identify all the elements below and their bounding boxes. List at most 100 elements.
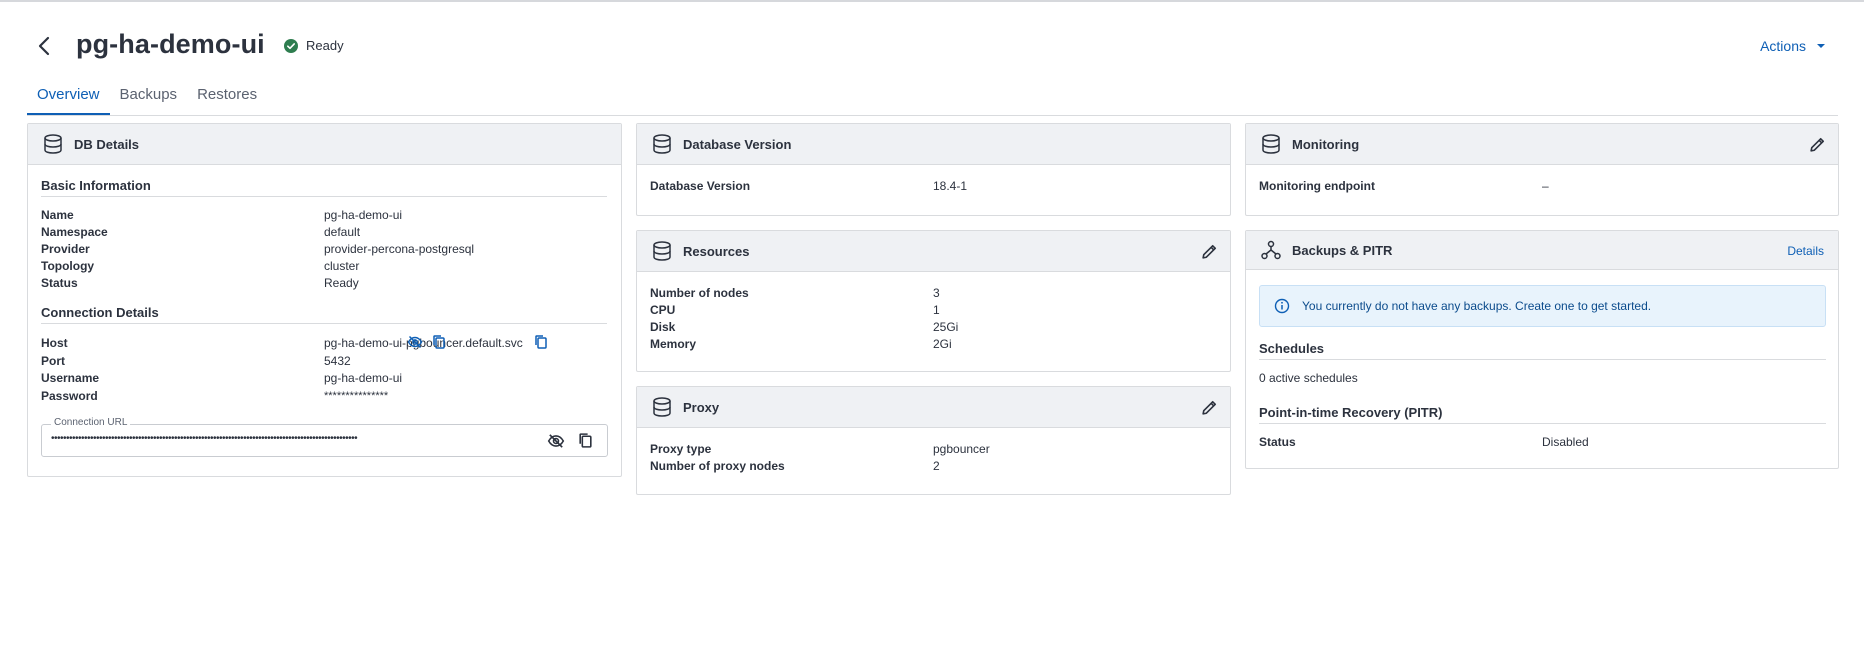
back-arrow-icon[interactable] [34, 35, 56, 57]
row-label: Memory [650, 336, 697, 351]
monitoring-card: Monitoring Monitoring endpoint – [1245, 123, 1839, 216]
resource-row-cpu: CPU 1 [650, 301, 1216, 318]
database-icon [1262, 134, 1280, 154]
database-icon [653, 397, 671, 417]
backups-pitr-card: Backups & PITR Details You currently do … [1245, 230, 1839, 469]
connection-details-title: Connection Details [41, 305, 607, 324]
row-label: Database Version [650, 178, 751, 193]
card-header: Backups & PITR Details [1246, 231, 1838, 270]
copy-icon[interactable] [577, 432, 594, 449]
connection-url-value: ••••••••••••••••••••••••••••••••••••••••… [51, 433, 358, 444]
row-value: – [1542, 178, 1549, 193]
pitr-status-row: Status Disabled [1259, 433, 1826, 450]
row-value: provider-percona-postgresql [324, 241, 475, 256]
row-value: 2 [933, 458, 940, 473]
top-divider [0, 0, 1864, 2]
row-value: Ready [324, 275, 359, 290]
monitoring-row: Monitoring endpoint – [1259, 177, 1825, 194]
edit-pencil-icon[interactable] [1809, 136, 1826, 153]
row-value: pgbouncer [933, 441, 990, 456]
password-masked: *************** [324, 389, 389, 402]
database-icon [653, 241, 671, 261]
info-icon [1274, 298, 1290, 314]
row-value: pg-ha-demo-ui [324, 370, 403, 385]
ready-check-icon [284, 38, 298, 53]
status-text: Ready [306, 38, 344, 53]
row-label: Namespace [41, 224, 108, 239]
tab-overview[interactable]: Overview [27, 82, 110, 115]
connection-url-label: Connection URL [51, 417, 131, 428]
card-title: Backups & PITR [1292, 242, 1393, 258]
copy-icon[interactable] [533, 334, 549, 350]
copy-icon[interactable] [431, 334, 447, 350]
card-header: Resources [637, 231, 1230, 272]
info-row-namespace: Namespace default [41, 223, 607, 240]
conn-row-port: Port 5432 [41, 352, 607, 369]
row-label: Status [41, 275, 78, 290]
info-row-name: Name pg-ha-demo-ui [41, 206, 607, 223]
card-header: Proxy [637, 387, 1230, 428]
database-version-card: Database Version Database Version 18.4-1 [636, 123, 1231, 216]
card-title: Database Version [683, 136, 792, 152]
row-label: Status [1259, 434, 1296, 449]
edit-pencil-icon[interactable] [1201, 399, 1218, 416]
card-header: Monitoring [1246, 124, 1838, 165]
schedules-count: 0 active schedules [1259, 370, 1358, 385]
row-value: 5432 [324, 353, 351, 368]
row-value: default [324, 224, 361, 239]
card-title: DB Details [74, 136, 140, 152]
card-header: Database Version [637, 124, 1230, 165]
row-label: Number of proxy nodes [650, 458, 785, 473]
tab-backups[interactable]: Backups [110, 82, 188, 115]
db-details-card: DB Details Basic Information Name pg-ha-d… [27, 123, 622, 477]
tab-bar: Overview Backups Restores [27, 82, 1838, 116]
info-row-status: Status Ready [41, 274, 607, 291]
pitr-title: Point-in-time Recovery (PITR) [1259, 405, 1826, 424]
proxy-row-type: Proxy type pgbouncer [650, 440, 1216, 457]
row-label: Port [41, 353, 65, 368]
eye-off-icon[interactable] [547, 432, 565, 450]
row-value: 1 [933, 302, 940, 317]
row-value: 2Gi [933, 336, 952, 351]
info-row-provider: Provider provider-percona-postgresql [41, 240, 607, 257]
actions-menu-button[interactable]: Actions [1760, 38, 1826, 54]
info-row-topology: Topology cluster [41, 257, 607, 274]
connection-url-field[interactable]: Connection URL •••••••••••••••••••••••••… [41, 417, 608, 457]
db-version-row: Database Version 18.4-1 [650, 177, 1216, 194]
details-link[interactable]: Details [1787, 244, 1824, 258]
resource-row-disk: Disk 25Gi [650, 318, 1216, 335]
basic-info-title: Basic Information [41, 178, 607, 197]
card-title: Proxy [683, 399, 720, 415]
row-label: Number of nodes [650, 285, 749, 300]
no-backups-alert: You currently do not have any backups. C… [1259, 285, 1826, 327]
conn-row-password: Password *************** [41, 335, 607, 405]
conn-row-host: Host pg-ha-demo-ui-pgbouncer.default.svc [41, 333, 607, 352]
database-icon [653, 134, 671, 154]
actions-label: Actions [1760, 38, 1806, 54]
eye-off-icon[interactable] [407, 334, 423, 350]
card-header: DB Details [28, 124, 621, 165]
card-title: Resources [683, 243, 750, 259]
tab-restores[interactable]: Restores [187, 82, 267, 115]
schedules-title: Schedules [1259, 341, 1826, 360]
proxy-row-nodes: Number of proxy nodes 2 [650, 457, 1216, 474]
card-title: Monitoring [1292, 136, 1360, 152]
row-value: pg-ha-demo-ui [324, 207, 403, 222]
row-label: Username [41, 370, 100, 385]
resource-row-memory: Memory 2Gi [650, 335, 1216, 352]
row-value: 25Gi [933, 319, 959, 334]
edit-pencil-icon[interactable] [1201, 243, 1218, 260]
backups-icon [1261, 240, 1281, 260]
row-label: Monitoring endpoint [1259, 178, 1375, 193]
row-value: pg-ha-demo-ui-pgbouncer.default.svc [324, 335, 523, 350]
conn-row-username: Username pg-ha-demo-ui [41, 369, 607, 386]
status-badge: Ready [284, 38, 344, 53]
row-label: Name [41, 207, 74, 222]
row-label: Host [41, 335, 68, 350]
row-label: CPU [650, 302, 676, 317]
row-label: Proxy type [650, 441, 712, 456]
row-value: 3 [933, 285, 940, 300]
row-label: Topology [41, 258, 95, 273]
caret-down-icon [1817, 44, 1825, 48]
schedules-value: 0 active schedules [1259, 369, 1826, 386]
